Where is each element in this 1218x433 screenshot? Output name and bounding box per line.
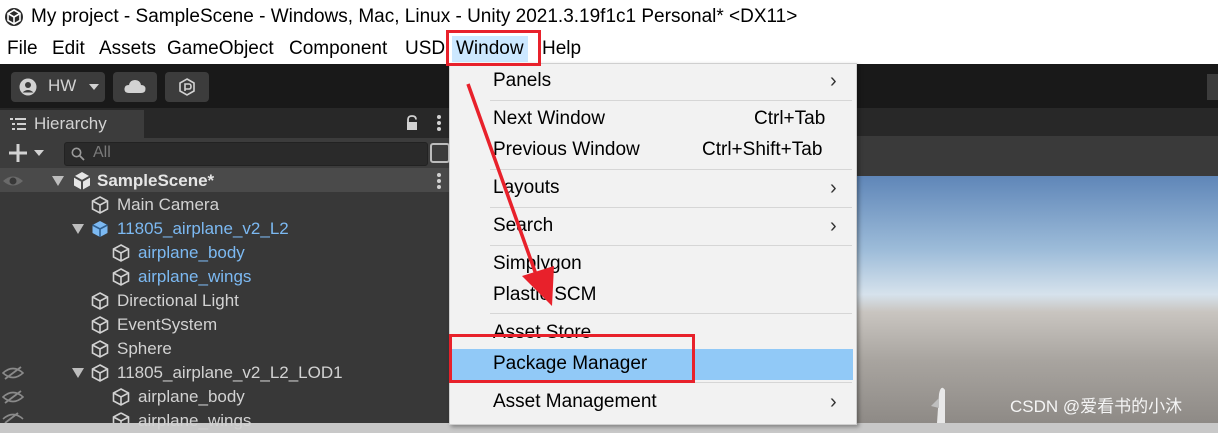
- watermark-text: CSDN @爱看书的小沐: [1010, 397, 1183, 416]
- annotation-box-package-manager: [449, 334, 695, 383]
- tree-item-label[interactable]: airplane_body: [138, 241, 245, 265]
- menu-separator: [490, 313, 852, 314]
- chevron-down-icon: [89, 84, 99, 90]
- search-options-icon[interactable]: [430, 143, 450, 163]
- hidden-eye-icon[interactable]: [2, 366, 24, 380]
- menu-item-shortcut: Ctrl+Shift+Tab: [702, 139, 823, 160]
- account-icon: [19, 78, 37, 96]
- plus-icon: [9, 144, 44, 162]
- menu-item-shortcut: Ctrl+Tab: [754, 108, 826, 129]
- menu-help[interactable]: Help: [542, 36, 581, 62]
- gameobject-cube-icon: [112, 244, 130, 262]
- scene-root-row[interactable]: [0, 168, 450, 192]
- menu-component[interactable]: Component: [289, 36, 387, 62]
- gameobject-cube-icon: [91, 340, 109, 358]
- gameobject-cube-icon: [91, 316, 109, 334]
- annotation-arrow: [466, 83, 554, 306]
- gameobject-cube-icon: [91, 196, 109, 214]
- chevron-right-icon: ›: [830, 70, 837, 92]
- unity-scene-icon: [73, 172, 91, 190]
- chevron-right-icon: ›: [830, 391, 837, 413]
- chevron-right-icon: ›: [830, 215, 837, 237]
- menu-item-label: Asset Management: [493, 391, 657, 412]
- create-button[interactable]: [8, 141, 48, 165]
- chevron-right-icon: ›: [830, 177, 837, 199]
- scene-more-icon[interactable]: [436, 172, 442, 190]
- gameobject-cube-icon: [91, 292, 109, 310]
- visibility-eye-icon[interactable]: [2, 174, 24, 188]
- annotation-box-window-menu: [446, 30, 541, 66]
- gameobject-cube-icon: [112, 268, 130, 286]
- more-options-icon[interactable]: [436, 114, 442, 132]
- tree-item-label[interactable]: Directional Light: [117, 289, 239, 313]
- menu-edit[interactable]: Edit: [52, 36, 85, 62]
- search-placeholder: All: [93, 144, 111, 161]
- search-icon: [71, 147, 85, 161]
- cloud-icon: [124, 80, 146, 93]
- tree-item-label[interactable]: airplane_wings: [138, 265, 251, 289]
- tree-item-label[interactable]: 11805_airplane_v2_L2_LOD1: [117, 361, 343, 385]
- window-title: My project - SampleScene - Windows, Mac,…: [31, 6, 798, 27]
- expand-arrow-icon[interactable]: [72, 368, 84, 378]
- expand-arrow-icon[interactable]: [52, 176, 64, 186]
- menu-gameobject[interactable]: GameObject: [167, 36, 274, 62]
- tree-item-label[interactable]: airplane_body: [138, 385, 245, 409]
- account-label: HW: [48, 76, 77, 95]
- gameobject-cube-icon: [112, 412, 130, 423]
- menu-usd[interactable]: USD: [405, 36, 445, 62]
- tree-item-label[interactable]: Main Camera: [117, 193, 219, 217]
- plastic-icon: [179, 78, 195, 96]
- hierarchy-search-input[interactable]: All: [64, 142, 428, 166]
- unity-logo-icon: [5, 8, 23, 26]
- scene-name: SampleScene*: [97, 171, 215, 190]
- menu-assets[interactable]: Assets: [99, 36, 156, 62]
- hidden-eye-icon[interactable]: [2, 412, 24, 423]
- hierarchy-list-icon: [10, 118, 26, 130]
- expand-arrow-icon[interactable]: [72, 224, 84, 234]
- collab-button[interactable]: [165, 72, 209, 102]
- prefab-cube-icon: [92, 221, 108, 237]
- tree-item-label[interactable]: airplane_wings: [138, 409, 251, 433]
- lock-icon[interactable]: [405, 115, 419, 131]
- tab-hierarchy[interactable]: Hierarchy: [0, 110, 144, 138]
- hierarchy-tab-label: Hierarchy: [34, 114, 107, 133]
- gameobject-cube-icon: [112, 388, 130, 406]
- gameobject-cube-icon: [91, 364, 109, 382]
- tree-item-label[interactable]: 11805_airplane_v2_L2: [117, 217, 289, 241]
- menu-file[interactable]: File: [7, 36, 38, 62]
- account-button[interactable]: HW: [11, 72, 105, 102]
- scene-viewport[interactable]: [855, 176, 1218, 423]
- hidden-eye-icon[interactable]: [2, 390, 24, 404]
- airplane-model: [931, 387, 945, 423]
- toolbar-edge-button[interactable]: [1207, 74, 1218, 100]
- tree-item-label[interactable]: EventSystem: [117, 313, 217, 337]
- cloud-button[interactable]: [113, 72, 157, 102]
- tree-item-label[interactable]: Sphere: [117, 337, 172, 361]
